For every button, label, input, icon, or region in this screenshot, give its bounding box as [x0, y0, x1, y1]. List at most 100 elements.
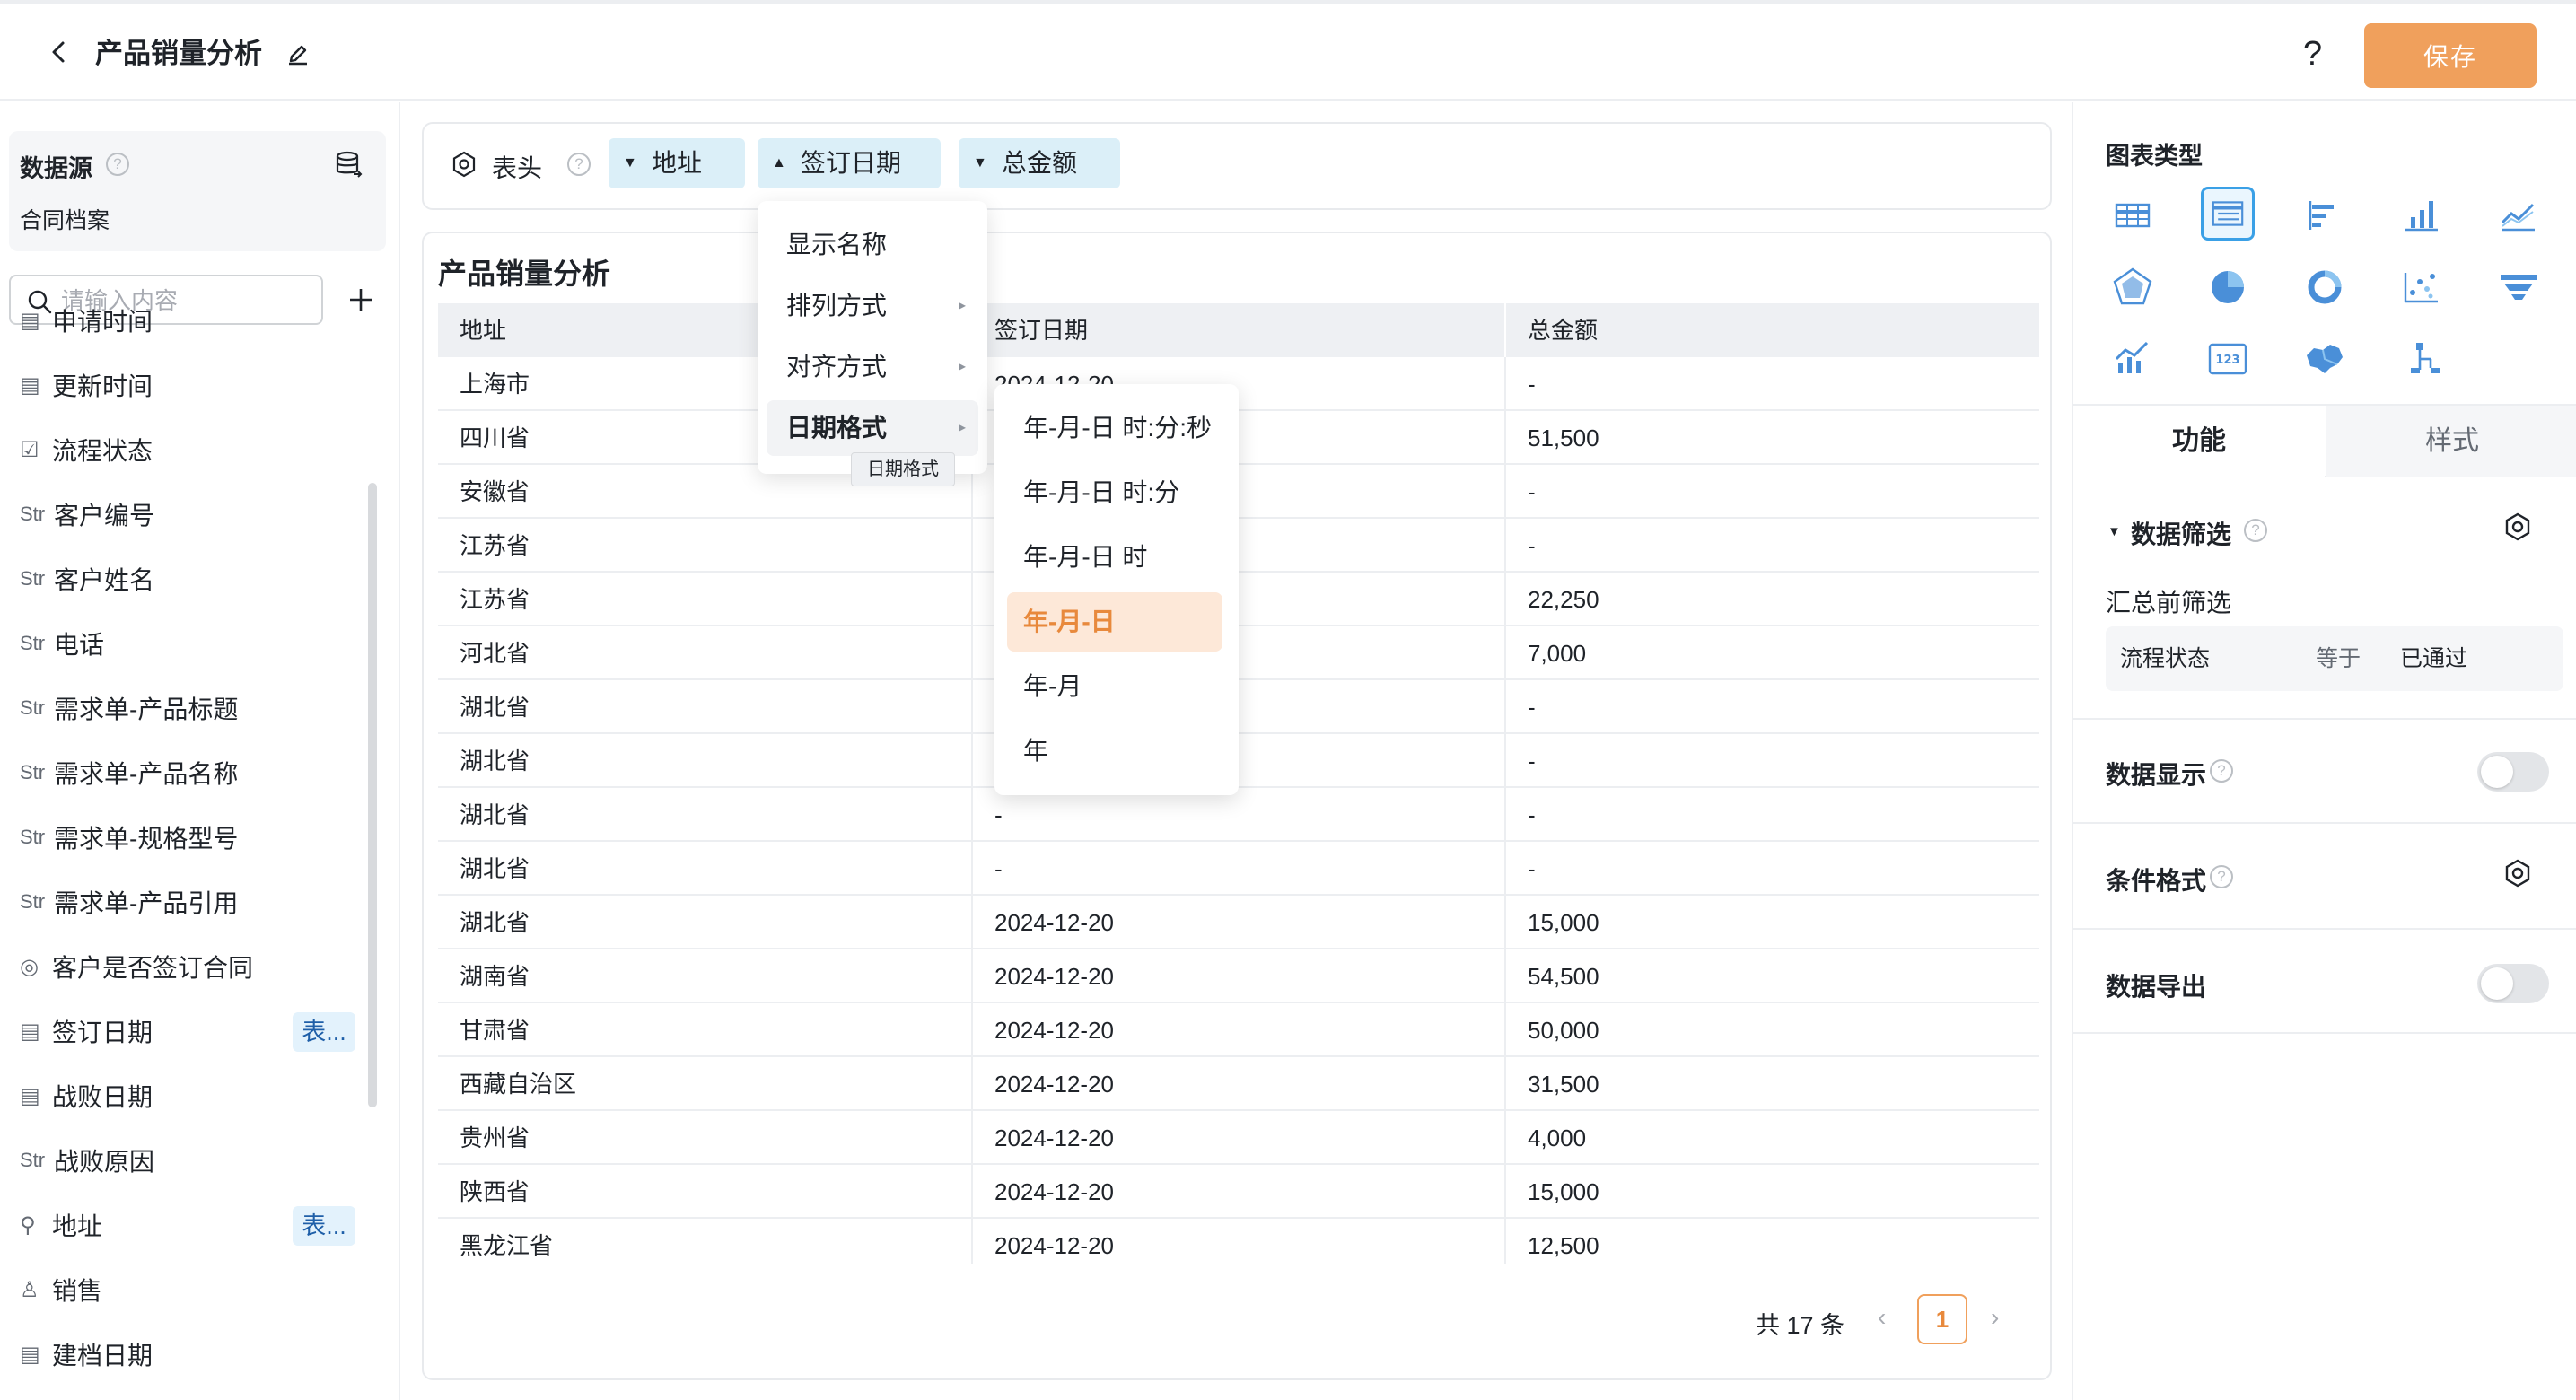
table-row[interactable]: 黑龙江省 2024-12-20 12,500 — [438, 1219, 2039, 1264]
calendar-icon: ▤ — [20, 1342, 40, 1367]
edit-pencil-icon[interactable] — [284, 39, 312, 68]
collapse-caret-icon[interactable]: ▼ — [2107, 524, 2121, 539]
help-question-icon[interactable]: ? — [2303, 34, 2322, 74]
conditional-format-settings-icon[interactable] — [2502, 858, 2533, 888]
save-button[interactable]: 保存 — [2364, 23, 2537, 88]
map-icon[interactable] — [2298, 332, 2352, 386]
field-item[interactable]: Str 需求单-产品标题 — [20, 686, 361, 731]
field-item[interactable]: Str 需求单-产品名称 — [20, 750, 361, 795]
table-cell: 2024-12-20 — [971, 1219, 1114, 1264]
field-item[interactable]: Str 电话 — [20, 621, 361, 666]
table-cell: 湖北省 — [460, 694, 530, 721]
table-header-row: 地址 签订日期 总金额 — [438, 303, 2039, 357]
datasource-help-icon[interactable]: ? — [106, 153, 129, 176]
table-row[interactable]: 湖北省 2024-12-20 15,000 — [438, 896, 2039, 949]
field-item[interactable]: Str 战败原因 — [20, 1138, 361, 1183]
tab-style[interactable]: 样式 — [2326, 406, 2576, 477]
table-icon[interactable] — [2106, 188, 2160, 242]
field-item[interactable]: ▤ 更新时间 — [20, 363, 361, 407]
menu-item-align[interactable]: 对齐方式 ▸ — [767, 339, 978, 395]
table-cell: 7,000 — [1504, 626, 1586, 680]
ring-icon[interactable] — [2298, 260, 2352, 314]
table-row[interactable]: 安徽省2024-12-20- — [438, 465, 2039, 519]
field-item[interactable]: ▤ 战败日期 — [20, 1073, 361, 1118]
bar-chart-icon[interactable] — [2395, 188, 2449, 242]
database-switch-icon[interactable] — [334, 149, 364, 179]
field-item[interactable]: ⚲ 地址 表... — [20, 1203, 361, 1247]
field-item[interactable]: ◎ 客户是否签订合同 — [20, 944, 361, 989]
header-chip-sign-date[interactable]: ▲ 签订日期 — [758, 138, 941, 188]
line-chart-icon[interactable] — [2492, 188, 2545, 242]
tab-function[interactable]: 功能 — [2073, 406, 2325, 477]
datasource-name[interactable]: 合同档案 — [20, 203, 110, 235]
table-row[interactable]: 甘肃省 2024-12-20 50,000 — [438, 1003, 2039, 1057]
table-row[interactable]: 江苏省2024-12-20- — [438, 519, 2039, 573]
menu-item-date-format[interactable]: 日期格式 ▸ — [767, 400, 978, 456]
table-row[interactable]: 四川省2024-12-2051,500 — [438, 411, 2039, 465]
number-card-icon[interactable]: 123 — [2201, 332, 2255, 386]
next-page-icon[interactable]: › — [1991, 1303, 1999, 1332]
field-item[interactable]: Str 需求单-产品引用 — [20, 879, 361, 924]
date-format-ymd-hms[interactable]: 年-月-日 时:分:秒 — [1007, 398, 1222, 458]
field-label: 签订日期 — [52, 1019, 153, 1046]
field-item[interactable]: ♙ 销售 — [20, 1267, 361, 1312]
combo-chart-icon[interactable] — [2106, 332, 2160, 386]
table-row[interactable]: 上海市2024-12-20- — [438, 357, 2039, 411]
pie-icon[interactable] — [2201, 260, 2255, 314]
table-row[interactable]: 贵州省 2024-12-20 4,000 — [438, 1111, 2039, 1165]
table-row[interactable]: 湖北省2024-12-20- — [438, 680, 2039, 734]
table-cell: 贵州省 — [460, 1124, 530, 1151]
table-row[interactable]: 湖北省2024-12-20- — [438, 734, 2039, 788]
field-label: 电话 — [54, 631, 105, 659]
column-header-total-amount[interactable]: 总金额 — [1504, 303, 2039, 357]
field-item[interactable]: ▤ 申请时间 — [20, 298, 361, 343]
scatter-icon[interactable] — [2395, 260, 2449, 314]
field-item[interactable]: ☑ 流程状态 — [20, 427, 361, 472]
data-display-help-icon[interactable]: ? — [2210, 759, 2233, 783]
table-row[interactable]: 河北省2024-12-207,000 — [438, 626, 2039, 680]
field-item[interactable]: Str 客户编号 — [20, 492, 361, 537]
date-format-ymd[interactable]: 年-月-日 — [1007, 592, 1222, 652]
date-format-ymd-h[interactable]: 年-月-日 时 — [1007, 528, 1222, 587]
page-number-current[interactable]: 1 — [1917, 1294, 1967, 1344]
back-arrow-icon[interactable] — [43, 36, 75, 68]
menu-item-display-name[interactable]: 显示名称 — [767, 217, 978, 273]
data-filter-settings-icon[interactable] — [2502, 512, 2533, 542]
prev-page-icon[interactable]: ‹ — [1878, 1303, 1886, 1332]
field-item[interactable]: ▤ 签订日期 表... — [20, 1009, 361, 1054]
bar-horizontal-icon[interactable] — [2298, 188, 2352, 242]
detail-table-icon[interactable] — [2201, 187, 2255, 241]
header-settings-icon[interactable] — [451, 151, 478, 178]
header-chip-address[interactable]: ▼ 地址 — [609, 138, 745, 188]
table-row[interactable]: 江苏省2024-12-2022,250 — [438, 573, 2039, 626]
table-row[interactable]: 湖南省 2024-12-20 54,500 — [438, 949, 2039, 1003]
radar-icon[interactable] — [2106, 260, 2160, 314]
table-row[interactable]: 陕西省 2024-12-20 15,000 — [438, 1165, 2039, 1219]
chevron-right-icon: ▸ — [958, 298, 966, 313]
conditional-format-title: 条件格式 — [2106, 867, 2207, 895]
menu-item-sort[interactable]: 排列方式 ▸ — [767, 278, 978, 334]
table-row[interactable]: 湖北省 - - — [438, 842, 2039, 896]
field-item[interactable]: Str 需求单-规格型号 — [20, 815, 361, 860]
field-item[interactable]: ▤ 建档日期 — [20, 1332, 361, 1377]
table-row[interactable]: 西藏自治区 2024-12-20 31,500 — [438, 1057, 2039, 1111]
filter-condition-row[interactable]: 流程状态 等于 已通过 — [2106, 626, 2563, 691]
data-display-toggle[interactable] — [2477, 752, 2549, 792]
data-export-toggle[interactable] — [2477, 964, 2549, 1003]
date-format-ymd-hm[interactable]: 年-月-日 时:分 — [1007, 463, 1222, 522]
filter-value: 已通过 — [2400, 646, 2468, 671]
funnel-icon[interactable] — [2492, 260, 2545, 314]
table-cell: 51,500 — [1504, 411, 1599, 465]
tree-icon[interactable] — [2395, 332, 2449, 386]
date-format-ym[interactable]: 年-月 — [1007, 657, 1222, 716]
sidebar-scrollbar[interactable] — [368, 483, 377, 1107]
string-type-icon: Str — [20, 1149, 46, 1171]
date-format-y[interactable]: 年 — [1007, 722, 1222, 781]
conditional-format-help-icon[interactable]: ? — [2210, 865, 2233, 888]
column-header-sign-date[interactable]: 签订日期 — [971, 303, 1504, 357]
table-row[interactable]: 湖北省 - - — [438, 788, 2039, 842]
header-bar-help-icon[interactable]: ? — [567, 153, 591, 176]
data-filter-help-icon[interactable]: ? — [2244, 519, 2267, 542]
header-chip-total-amount[interactable]: ▼ 总金额 — [959, 138, 1120, 188]
field-item[interactable]: Str 客户姓名 — [20, 556, 361, 601]
